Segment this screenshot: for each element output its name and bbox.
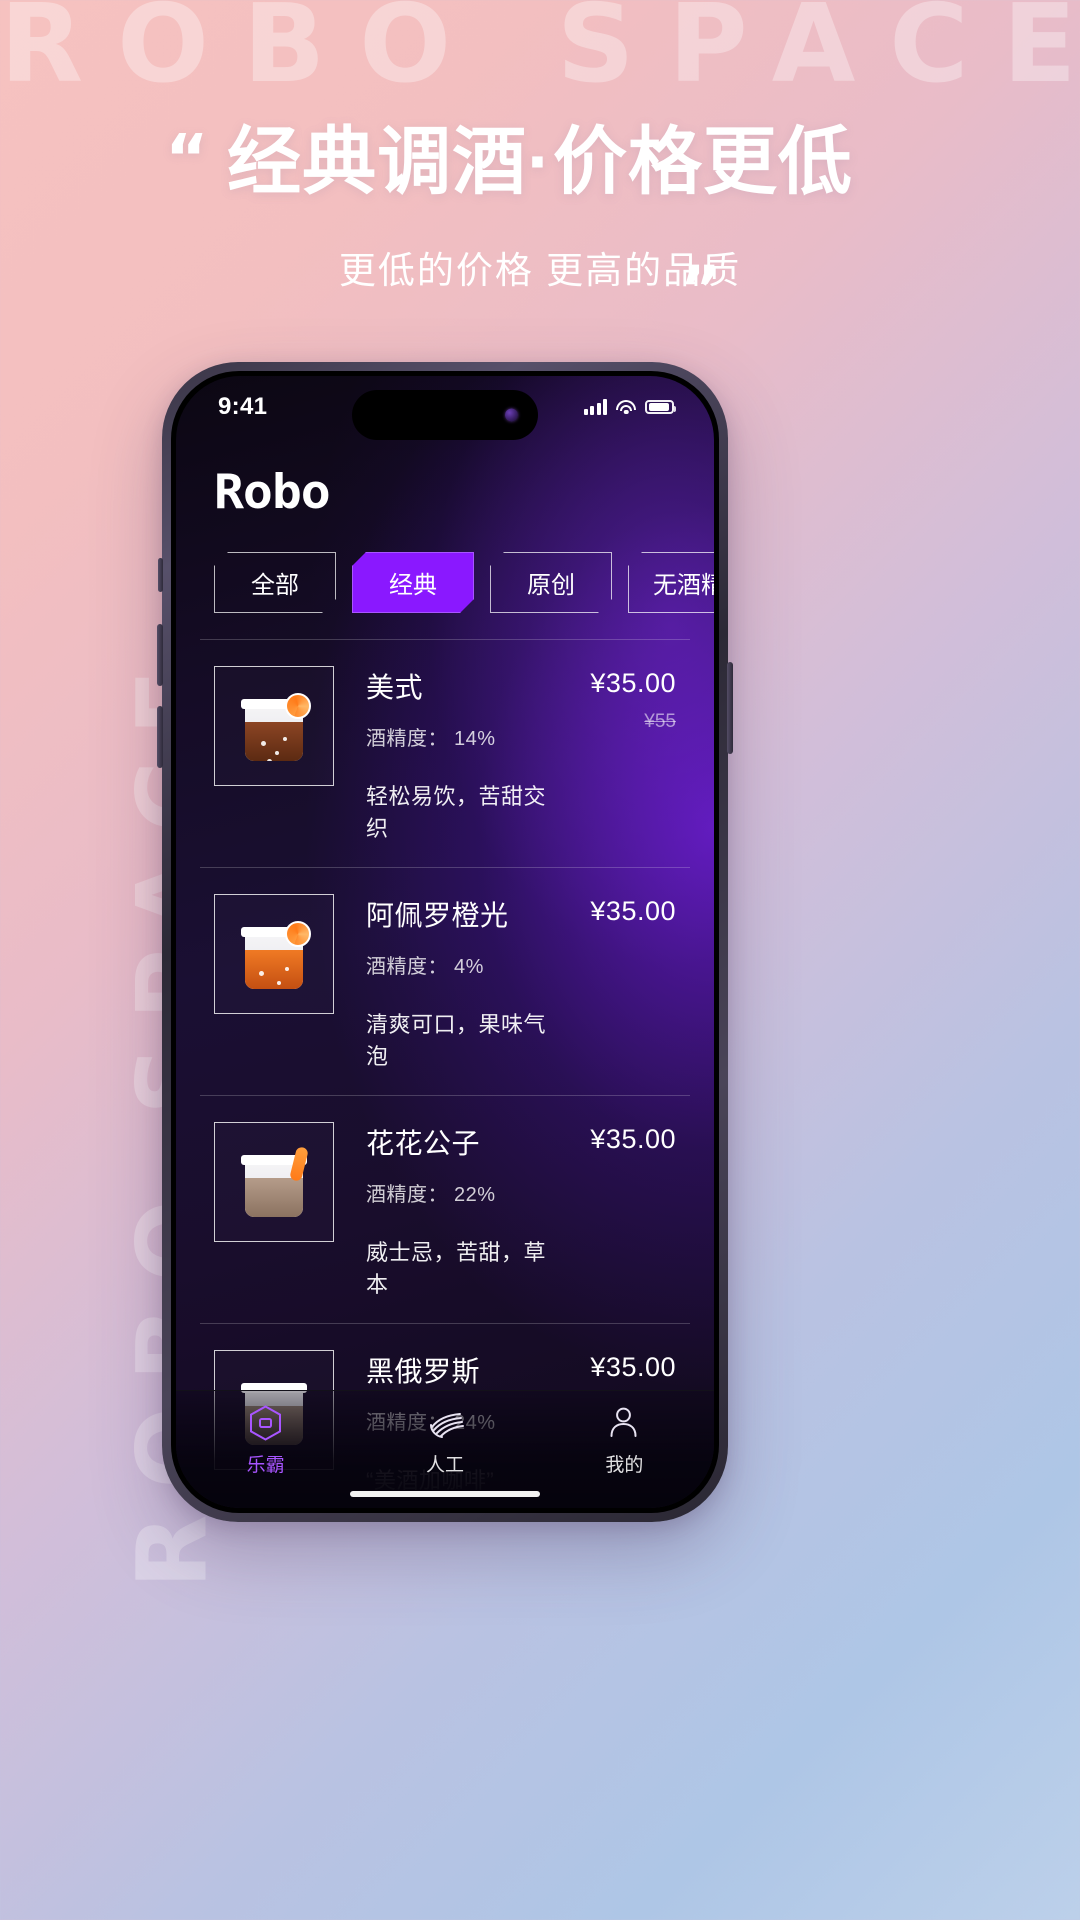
product-price: ¥35.00 [590,1124,676,1154]
wifi-icon [616,399,636,415]
cellular-signal-icon [583,399,607,415]
quote-open-icon: “ [165,120,210,197]
filter-tab-original[interactable]: 原创 [490,552,612,613]
product-name: 黑俄罗斯 [366,1356,481,1387]
app-logo: Robo [214,465,331,520]
product-abv: 酒精度： 22% [366,1184,496,1206]
product-description: 轻松易饮，苦甜交织 [366,784,547,841]
status-icons [583,399,677,415]
quote-close-icon: ” [680,252,721,325]
watermark-top: ROBO SPACE [0,0,1080,107]
product-abv: 酒精度： 14% [366,728,496,750]
hexagon-icon [249,1405,282,1441]
product-thumbnail [214,1122,334,1242]
tab-bar-label: 人工 [425,1455,464,1476]
product-price-column: ¥35.00 [566,1122,676,1167]
orange-slice-icon [285,693,311,719]
table-row[interactable]: 阿佩罗橙光 酒精度： 4% 清爽可口，果味气泡 ¥35.00 [200,867,690,1095]
table-row[interactable]: 花花公子 酒精度： 22% 威士忌，苦甜，草本 ¥35.00 [200,1095,690,1323]
filter-tab-classic[interactable]: 经典 [352,552,474,613]
product-description: 威士忌，苦甜，草本 [366,1240,547,1297]
product-price-column: ¥35.00 [566,1350,676,1395]
volume-down-button[interactable] [157,706,163,768]
phone-mockup: 9:41 Robo 全部 经典 原创 无酒精 美式 酒精度： 14% 轻松易饮，… [157,362,733,1522]
product-price: ¥35.00 [590,668,676,698]
product-price: ¥35.00 [590,1352,676,1382]
phone-bezel: 9:41 Robo 全部 经典 原创 无酒精 美式 酒精度： 14% 轻松易饮，… [171,371,719,1513]
tab-bar-label: 乐霸 [246,1455,285,1476]
product-info: 美式 酒精度： 14% 轻松易饮，苦甜交织 [334,666,566,843]
promo-headline-wrap: “ 经典调酒·价格更低 [0,122,1080,202]
tab-bar-label: 我的 [605,1455,644,1476]
product-name: 阿佩罗橙光 [366,900,509,931]
cocktail-glass-icon [239,1145,309,1219]
cocktail-glass-icon [239,917,311,991]
product-abv: 酒精度： 4% [366,956,484,978]
home-indicator[interactable] [350,1491,540,1497]
headline-text: 经典调酒·价格更低 [227,120,853,203]
status-bar: 9:41 [176,376,714,438]
cocktail-glass-icon [239,689,311,763]
battery-icon [645,399,677,415]
page-title: “ 经典调酒·价格更低 [165,120,853,203]
product-price-column: ¥35.00 ¥55 [566,666,676,733]
product-name: 美式 [366,672,424,703]
volume-up-button[interactable] [157,624,163,686]
product-old-price: ¥55 [644,711,676,732]
filter-tab-all[interactable]: 全部 [214,552,336,613]
product-thumbnail [214,894,334,1014]
status-time: 9:41 [218,393,268,420]
product-info: 阿佩罗橙光 酒精度： 4% 清爽可口，果味气泡 [334,894,566,1071]
tab-bar-item-service[interactable]: 人工 [355,1405,534,1477]
product-thumbnail [214,666,334,786]
product-info: 花花公子 酒精度： 22% 威士忌，苦甜，草本 [334,1122,566,1299]
product-price-column: ¥35.00 [566,894,676,939]
hand-icon [428,1405,465,1441]
person-icon [608,1405,641,1441]
product-list: 美式 酒精度： 14% 轻松易饮，苦甜交织 ¥35.00 ¥55 阿佩罗橙光 酒… [200,639,690,1508]
power-button[interactable] [727,662,733,754]
filter-tabs: 全部 经典 原创 无酒精 [214,552,714,613]
tab-bar-item-bar[interactable]: 乐霸 [176,1405,355,1477]
silent-switch[interactable] [158,558,163,592]
tab-bar-item-profile[interactable]: 我的 [535,1405,714,1477]
orange-slice-icon [285,921,311,947]
table-row[interactable]: 美式 酒精度： 14% 轻松易饮，苦甜交织 ¥35.00 ¥55 [200,639,690,867]
product-name: 花花公子 [366,1128,481,1159]
product-price: ¥35.00 [590,896,676,926]
product-description: 清爽可口，果味气泡 [366,1012,547,1069]
phone-screen: 9:41 Robo 全部 经典 原创 无酒精 美式 酒精度： 14% 轻松易饮，… [176,376,714,1508]
app-content: Robo 全部 经典 原创 无酒精 美式 酒精度： 14% 轻松易饮，苦甜交织 … [176,376,714,1508]
promo-subtitle: 更低的价格 更高的品质 [338,250,742,291]
filter-tab-nonalcoholic[interactable]: 无酒精 [628,552,714,613]
